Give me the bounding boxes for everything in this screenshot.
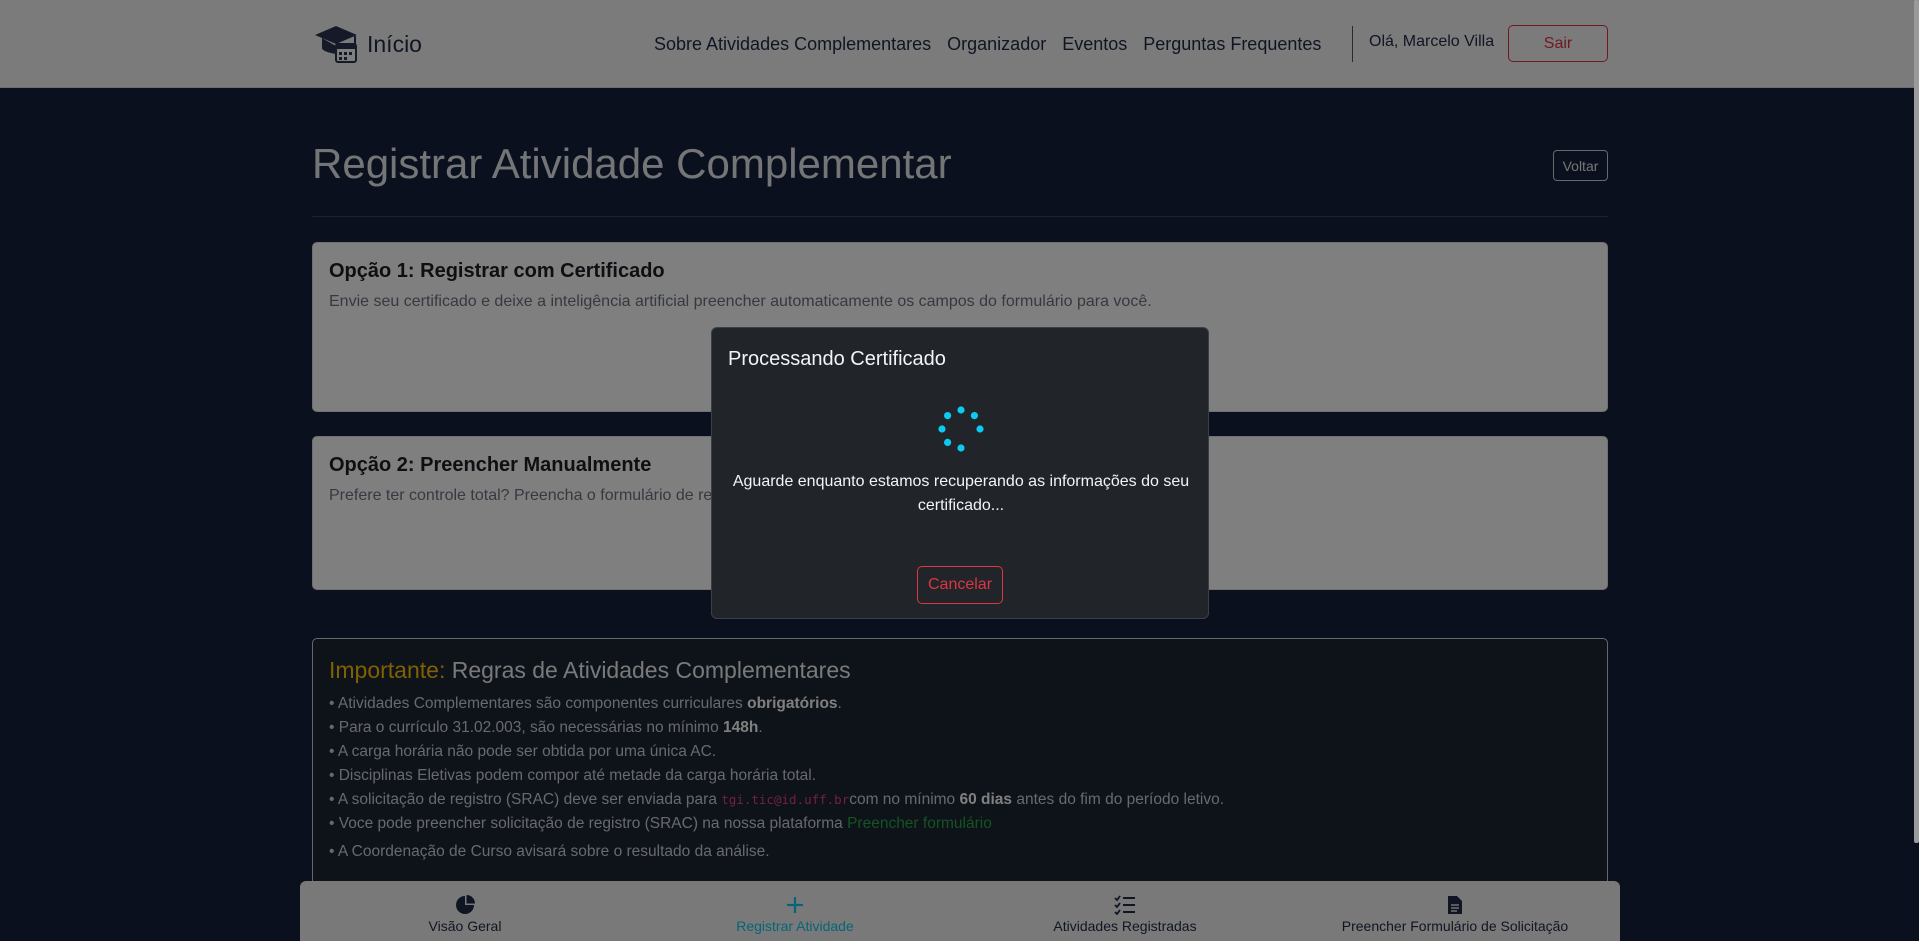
cancel-button[interactable]: Cancelar xyxy=(917,566,1003,604)
modal-message: Aguarde enquanto estamos recuperando as … xyxy=(732,473,1190,514)
scrollbar[interactable] xyxy=(1914,0,1919,843)
modal-title: Processando Certificado xyxy=(728,348,946,370)
processing-modal: Processando Certificado Aguarde enquanto… xyxy=(711,327,1209,619)
loading-spinner-icon xyxy=(938,406,984,452)
